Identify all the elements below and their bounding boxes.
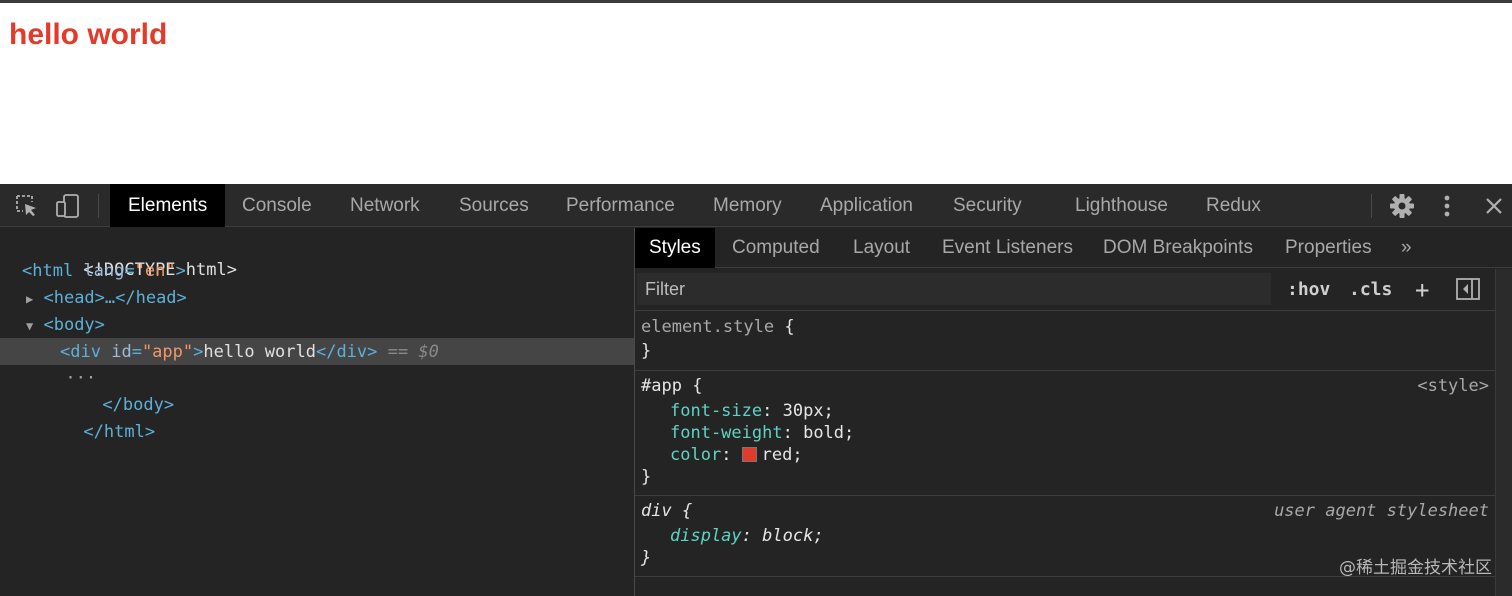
tab-redux[interactable]: Redux	[1206, 184, 1261, 227]
rendered-page: hello world	[0, 3, 1512, 184]
rule-div-origin: user agent stylesheet	[1274, 501, 1489, 521]
dom-node-div-app[interactable]: <div id="app">hello world</div> == $0	[60, 339, 439, 365]
div-id-attr: id	[111, 342, 132, 362]
div-close-tag: </div>	[315, 342, 378, 362]
styles-scrollbar[interactable]	[1495, 269, 1512, 596]
selector-text: div	[641, 501, 672, 521]
property-font-weight[interactable]: font-weight: bold;	[670, 422, 854, 444]
dom-node-head[interactable]: ▶ <head>…</head>	[26, 285, 187, 311]
rule-element-style-selector[interactable]: element.style {	[641, 316, 795, 338]
toolbar-separator-right	[1371, 194, 1372, 218]
rule-open-brace: {	[692, 376, 703, 396]
collapse-triangle-icon[interactable]: ▼	[26, 319, 33, 333]
div-id-value: "app"	[141, 342, 194, 362]
property-font-size[interactable]: font-size: 30px;	[670, 400, 834, 422]
rule-open-brace: {	[784, 317, 795, 337]
html-lang-attr: lang	[83, 261, 125, 281]
head-collapsed-tag: <head>…</head>	[43, 288, 187, 308]
subtab-styles[interactable]: Styles	[635, 228, 715, 268]
subtab-overflow-icon[interactable]: »	[1401, 228, 1412, 268]
tab-elements[interactable]: Elements	[110, 184, 226, 227]
more-options-icon[interactable]	[1434, 193, 1460, 219]
dom-node-body-close[interactable]: </body>	[41, 366, 174, 415]
property-name: display	[670, 526, 742, 546]
tab-performance[interactable]: Performance	[566, 184, 675, 227]
property-value: red;	[761, 445, 803, 465]
styles-filter-bar: :hov .cls +	[635, 269, 1495, 311]
rule-div-close: }	[641, 548, 652, 568]
html-close-tag: </html>	[83, 422, 156, 442]
device-toggle-icon[interactable]	[55, 193, 81, 219]
toggle-sidebar-icon[interactable]	[1455, 277, 1481, 306]
subtab-layout[interactable]: Layout	[853, 228, 910, 268]
property-value: block;	[762, 526, 824, 546]
devtools-toolbar: Elements Console Network Sources Perform…	[0, 184, 1512, 227]
rule-open-brace: {	[681, 501, 693, 521]
tab-sources[interactable]: Sources	[459, 184, 529, 227]
tab-network[interactable]: Network	[350, 184, 420, 227]
tab-console[interactable]: Console	[242, 184, 312, 227]
dom-node-doctype[interactable]: <!DOCTYPE html>	[22, 231, 237, 280]
rule-app-origin-link[interactable]: <style>	[1417, 375, 1489, 397]
property-name: font-size	[670, 401, 763, 421]
tab-application[interactable]: Application	[820, 184, 913, 227]
rule-element-style-close: }	[641, 341, 652, 361]
color-swatch-icon[interactable]	[741, 447, 757, 462]
rule-element-style: element.style { }	[635, 312, 1495, 371]
property-name: font-weight	[670, 423, 783, 443]
property-value: bold;	[803, 423, 855, 443]
property-color[interactable]: color: red;	[670, 444, 803, 466]
property-display[interactable]: display: block;	[670, 525, 824, 547]
subtab-properties[interactable]: Properties	[1285, 228, 1372, 268]
html-lang-value: "en"	[134, 261, 176, 281]
body-open-tag: <body>	[43, 315, 105, 335]
settings-gear-icon[interactable]	[1389, 193, 1415, 219]
selected-node-marker: == $0	[387, 342, 439, 362]
html-open-tag: <html	[22, 261, 74, 281]
dom-tree: <!DOCTYPE html> <html lang="en"> ▶ <head…	[0, 228, 634, 596]
property-value: 30px;	[782, 401, 834, 421]
div-open-tag: <div	[60, 342, 101, 362]
rule-app-close: }	[641, 467, 652, 487]
tab-memory[interactable]: Memory	[713, 184, 782, 227]
styles-filter-input[interactable]	[637, 273, 1271, 305]
cls-toggle-button[interactable]: .cls	[1349, 274, 1392, 306]
selector-text: #app	[641, 376, 682, 396]
styles-subtabs: Styles Computed Layout Event Listeners D…	[635, 228, 1512, 268]
rule-app-selector[interactable]: #app {	[641, 375, 702, 397]
tab-lighthouse[interactable]: Lighthouse	[1075, 184, 1168, 227]
rule-app: #app { <style> font-size: 30px; font-wei…	[635, 371, 1495, 496]
subtab-dom-breakpoints[interactable]: DOM Breakpoints	[1103, 228, 1253, 268]
dom-node-html-close[interactable]: </html>	[22, 393, 155, 442]
hello-world-text: hello world	[9, 18, 168, 51]
devtools-panel: Elements Console Network Sources Perform…	[0, 184, 1512, 596]
close-icon[interactable]	[1481, 193, 1507, 219]
watermark-text: @稀土掘金技术社区	[1339, 558, 1492, 578]
rule-div-selector[interactable]: div {	[641, 500, 692, 522]
hov-toggle-button[interactable]: :hov	[1287, 274, 1330, 306]
new-style-rule-button[interactable]: +	[1415, 274, 1429, 306]
tab-security[interactable]: Security	[953, 184, 1022, 227]
inspect-element-icon[interactable]	[14, 193, 40, 219]
toolbar-separator	[98, 194, 99, 218]
dom-node-body[interactable]: ▼ <body>	[26, 312, 105, 338]
subtab-event-listeners[interactable]: Event Listeners	[942, 228, 1073, 268]
dom-node-html[interactable]: <html lang="en">	[22, 258, 186, 284]
expand-triangle-icon[interactable]: ▶	[26, 292, 33, 306]
property-name: color	[670, 445, 722, 465]
subtab-computed[interactable]: Computed	[732, 228, 820, 268]
selector-text: element.style	[641, 317, 775, 337]
div-text-content: hello world	[203, 342, 316, 362]
styles-pane: Styles Computed Layout Event Listeners D…	[635, 228, 1512, 596]
